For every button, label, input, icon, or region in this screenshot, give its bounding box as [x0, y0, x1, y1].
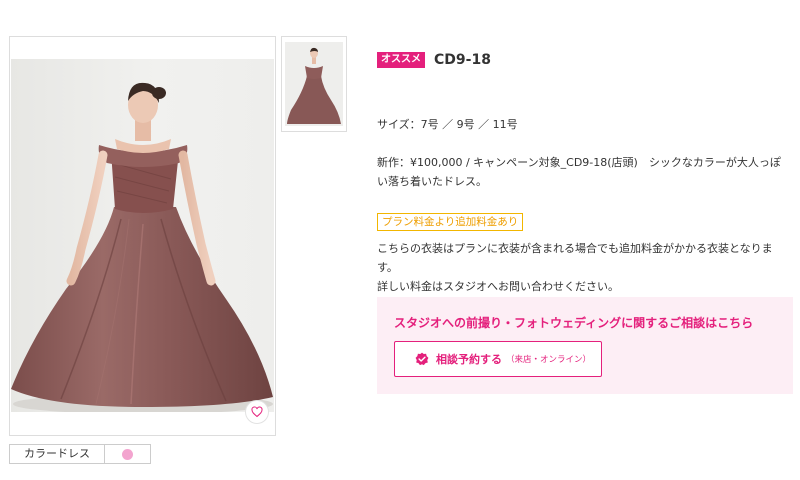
description: 新作：¥100,000 / キャンペーン対象_CD9-18(店頭) シックなカラ… [377, 156, 781, 188]
check-badge-icon [415, 352, 429, 366]
thumbnail-1[interactable] [281, 36, 347, 132]
dress-code-title: CD9-18 [434, 52, 491, 68]
size-info: サイズ：7号 ／ 9号 ／ 11号 [377, 118, 518, 131]
surcharge-note: こちらの衣装はプランに衣装が含まれる場合でも追加料金がかかる衣装となります。 詳… [377, 239, 792, 296]
color-swatch [122, 448, 133, 460]
category-row: カラードレス [9, 444, 151, 464]
heart-icon [251, 406, 263, 418]
consult-reserve-button[interactable]: 相談予約する （来店・オンライン） [394, 341, 602, 377]
dress-photo [11, 59, 274, 412]
favorite-button[interactable] [245, 400, 269, 424]
color-swatch-box[interactable] [105, 444, 151, 464]
thumbnail-image [285, 42, 343, 126]
plan-surcharge-badge: プラン料金より追加料金あり [377, 213, 524, 231]
consult-button-sub: （来店・オンライン） [506, 355, 592, 365]
recommend-badge: オススメ [377, 52, 425, 68]
category-label[interactable]: カラードレス [9, 444, 105, 464]
consult-button-label: 相談予約する [436, 353, 502, 366]
note-line-2: 詳しい料金はスタジオへお問い合わせください。 [377, 280, 619, 293]
main-image-frame [9, 36, 276, 436]
consult-title: スタジオへの前撮り・フォトウェディングに関するご相談はこちら [394, 316, 754, 330]
title-row: オススメ CD9-18 [377, 52, 491, 68]
dress-illustration [11, 82, 273, 412]
consult-box: スタジオへの前撮り・フォトウェディングに関するご相談はこちら 相談予約する （来… [377, 297, 793, 394]
note-line-1: こちらの衣装はプランに衣装が含まれる場合でも追加料金がかかる衣装となります。 [377, 242, 773, 274]
